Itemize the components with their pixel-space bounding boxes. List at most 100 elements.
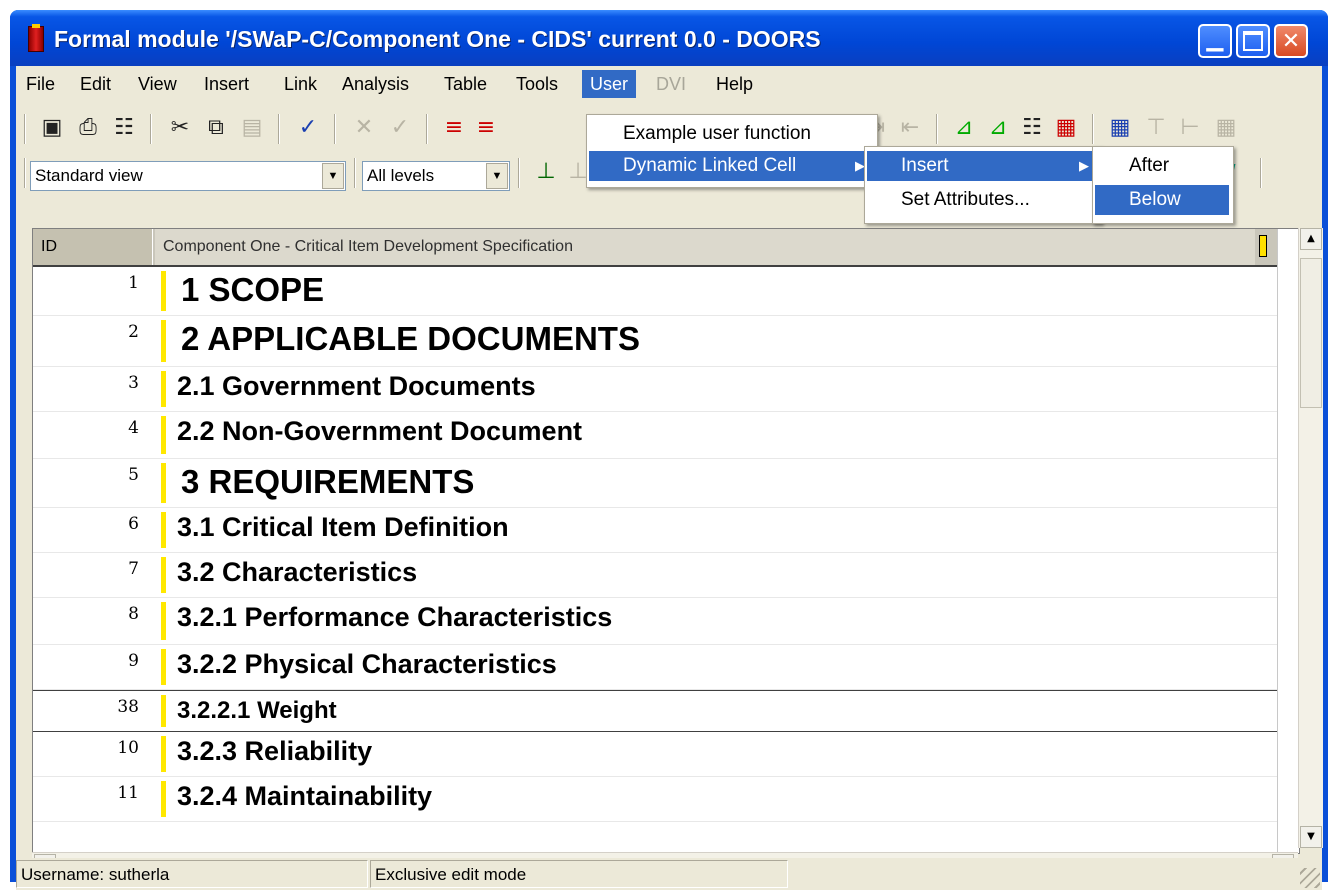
toolbar-separator — [1092, 114, 1094, 144]
row-text: 3.1 Critical Item Definition — [177, 512, 509, 542]
menu-view[interactable]: View — [130, 70, 185, 98]
menu-bar: File Edit View Insert Link Analysis Tabl… — [16, 66, 1322, 102]
table-row[interactable]: 10 3.2.3 Reliability — [33, 732, 1277, 777]
change-bar — [161, 320, 166, 362]
insert-object-icon[interactable]: ≡ — [472, 114, 500, 142]
row-text: 3.2 Characteristics — [177, 557, 418, 587]
change-bar — [161, 695, 166, 727]
vertical-scrollbar[interactable]: ▲ ▼ — [1298, 228, 1323, 848]
reject-icon[interactable]: ✕ — [350, 114, 378, 142]
row-id: 8 — [128, 604, 139, 624]
accept-icon[interactable]: ✓ — [386, 114, 414, 142]
maximize-icon — [1238, 26, 1268, 56]
row-id: 7 — [128, 559, 139, 579]
menu-user[interactable]: User — [582, 70, 637, 98]
menu-item-insert[interactable]: Insert ▶ — [867, 151, 1097, 181]
table-row[interactable]: 4 2.2 Non-Government Document — [33, 412, 1277, 459]
row-text: 3.2.2.1 Weight — [177, 697, 337, 724]
table-row[interactable]: 1 1 SCOPE — [33, 267, 1277, 316]
row-id: 1 — [128, 273, 139, 293]
link-end-icon[interactable]: ⊿ — [984, 114, 1012, 142]
link-properties-icon[interactable]: ☷ — [1018, 114, 1046, 142]
scroll-thumb[interactable] — [1300, 258, 1322, 408]
menu-item-after[interactable]: After — [1095, 151, 1229, 181]
resize-grip-icon[interactable] — [1300, 868, 1320, 888]
row-text: 3.2.1 Performance Characteristics — [177, 602, 613, 632]
menu-item-below[interactable]: Below — [1095, 185, 1229, 215]
scroll-down-icon[interactable]: ▼ — [1300, 826, 1322, 848]
title-bar[interactable]: Formal module '/SWaP-C/Component One - C… — [10, 10, 1328, 66]
row-id: 38 — [117, 697, 139, 717]
row-id: 9 — [128, 651, 139, 671]
row-text: 1 SCOPE — [181, 271, 325, 308]
menu-table[interactable]: Table — [436, 70, 495, 98]
menu-analysis[interactable]: Analysis — [334, 70, 417, 98]
table-row[interactable]: 2 2 APPLICABLE DOCUMENTS — [33, 316, 1277, 367]
save-icon[interactable]: ▣ — [38, 114, 66, 142]
view-select[interactable]: Standard view ▼ — [30, 161, 346, 191]
table-row[interactable]: 7 3.2 Characteristics — [33, 553, 1277, 598]
row-text: 2.1 Government Documents — [177, 371, 536, 401]
promote-icon[interactable]: ⇤ — [896, 114, 924, 142]
insert-heading-icon[interactable]: ≡ — [440, 114, 468, 142]
change-bar — [161, 602, 166, 640]
menu-link[interactable]: Link — [276, 70, 325, 98]
toolbar-separator — [936, 114, 938, 144]
link-start-icon[interactable]: ⊿ — [950, 114, 978, 142]
paste-icon[interactable]: ▤ — [238, 114, 266, 142]
menu-item-example-user-function[interactable]: Example user function — [589, 119, 873, 149]
toolbar-separator — [1260, 158, 1262, 188]
copy-icon[interactable]: ⧉ — [202, 114, 230, 142]
table-row[interactable]: 5 3 REQUIREMENTS — [33, 459, 1277, 508]
maximize-button[interactable] — [1236, 24, 1270, 58]
toolbar-separator — [518, 158, 520, 188]
delete-link-icon[interactable]: ▦ — [1052, 114, 1080, 142]
toolbar-separator — [150, 114, 152, 144]
table-row[interactable]: 6 3.1 Critical Item Definition — [33, 508, 1277, 553]
module-grid[interactable]: ID Component One - Critical Item Develop… — [32, 228, 1300, 854]
table-insert-icon[interactable]: ⊤ — [1142, 114, 1170, 142]
chevron-down-icon[interactable]: ▼ — [322, 163, 344, 189]
menu-file[interactable]: File — [18, 70, 63, 98]
table-row[interactable]: 8 3.2.1 Performance Characteristics — [33, 598, 1277, 645]
menu-edit[interactable]: Edit — [72, 70, 119, 98]
spellcheck-icon[interactable]: ✓ — [294, 114, 322, 142]
table-row[interactable]: 38 3.2.2.1 Weight — [33, 690, 1277, 732]
level-select[interactable]: All levels ▼ — [362, 161, 510, 191]
chevron-down-icon[interactable]: ▼ — [486, 163, 508, 189]
grid-rows: 1 1 SCOPE 2 2 APPLICABLE DOCUMENTS 3 2.1… — [33, 267, 1277, 822]
menu-tools[interactable]: Tools — [508, 70, 566, 98]
insert-cell-icon[interactable]: ⊥ — [532, 158, 560, 186]
menu-item-set-attributes[interactable]: Set Attributes... — [867, 185, 1097, 215]
menu-help[interactable]: Help — [708, 70, 761, 98]
id-column-header[interactable]: ID — [33, 229, 153, 265]
cut-icon[interactable]: ✂ — [166, 114, 194, 142]
toolbar-separator — [334, 114, 336, 144]
level-select-value: All levels — [367, 166, 435, 185]
print-icon[interactable]: ⎙ — [74, 114, 102, 142]
properties-icon[interactable]: ☷ — [110, 114, 138, 142]
row-id: 2 — [128, 322, 139, 342]
row-text: 2 APPLICABLE DOCUMENTS — [181, 320, 640, 357]
table-grid-icon[interactable]: ▦ — [1212, 114, 1240, 142]
table-column-icon[interactable]: ⊢ — [1176, 114, 1204, 142]
table-row[interactable]: 3 2.1 Government Documents — [33, 367, 1277, 412]
row-text: 2.2 Non-Government Document — [177, 416, 583, 446]
menu-item-dynamic-linked-cell-label: Dynamic Linked Cell — [623, 155, 797, 176]
row-text: 3.2.3 Reliability — [177, 736, 373, 766]
toolbar-separator — [354, 158, 356, 188]
minimize-button[interactable]: ▁ — [1198, 24, 1232, 58]
submenu-arrow-icon: ▶ — [1079, 158, 1089, 173]
table-row[interactable]: 11 3.2.4 Maintainability — [33, 777, 1277, 822]
change-bar — [161, 512, 166, 548]
scroll-up-icon[interactable]: ▲ — [1300, 228, 1322, 250]
table-icon[interactable]: ▦ — [1106, 114, 1134, 142]
menu-insert[interactable]: Insert — [196, 70, 257, 98]
menu-dvi[interactable]: DVI — [648, 70, 694, 98]
row-id: 6 — [128, 514, 139, 534]
row-id: 11 — [117, 783, 139, 803]
main-column-header[interactable]: Component One - Critical Item Developmen… — [155, 229, 1255, 265]
table-row[interactable]: 9 3.2.2 Physical Characteristics — [33, 645, 1277, 690]
menu-item-dynamic-linked-cell[interactable]: Dynamic Linked Cell ▶ — [589, 151, 873, 181]
close-button[interactable]: ✕ — [1274, 24, 1308, 58]
